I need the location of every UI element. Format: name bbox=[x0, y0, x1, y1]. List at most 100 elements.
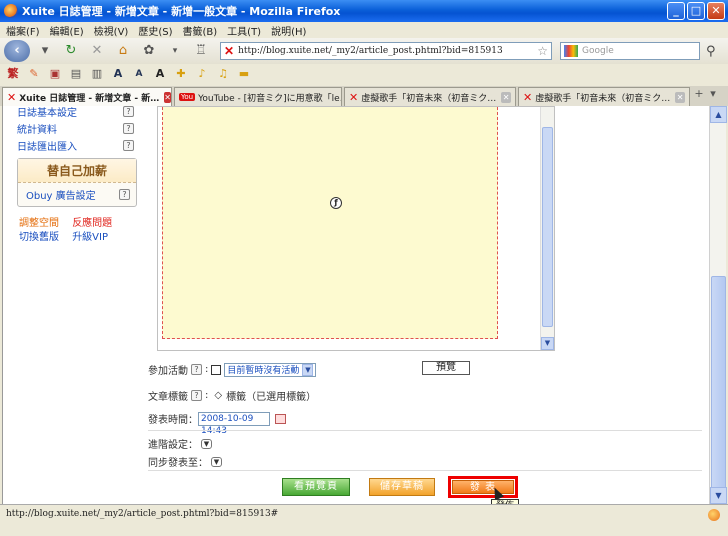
activity-checkbox[interactable] bbox=[211, 364, 222, 375]
expand-icon[interactable]: ▼ bbox=[211, 456, 222, 467]
maximize-button[interactable]: □ bbox=[687, 2, 705, 20]
site-favicon-icon: ✕ bbox=[224, 44, 235, 58]
tags-link[interactable]: 標籤（已選用標籤） bbox=[226, 388, 316, 403]
tab-bar: ✕ Xuite 日誌管理 - 新增文章 - 新… ✕ You YouTube -… bbox=[0, 86, 728, 106]
search-icon[interactable]: ⚲ bbox=[706, 44, 716, 59]
help-icon[interactable]: ? bbox=[123, 139, 134, 151]
tab-close-icon[interactable]: ✕ bbox=[675, 91, 685, 103]
toolbar-plus-icon[interactable]: ✚ bbox=[174, 67, 188, 81]
url-text: http://blog.xuite.net/_my2/article_post.… bbox=[238, 46, 503, 56]
tab-label: 虛擬歌手「初音未來（初音ミク… bbox=[361, 93, 497, 104]
tab-xuite[interactable]: ✕ Xuite 日誌管理 - 新增文章 - 新… ✕ bbox=[2, 87, 172, 106]
tab-label: 虛擬歌手「初音未來（初音ミク… bbox=[535, 93, 671, 104]
menu-file[interactable]: 檔案(F) bbox=[6, 23, 40, 38]
toolbar-tool-icon[interactable]: ✎ bbox=[27, 67, 41, 81]
bookmark-star-icon[interactable]: ☆ bbox=[537, 44, 548, 58]
scroll-up-icon[interactable]: ▲ bbox=[710, 106, 727, 123]
sidebar-item-import-export[interactable]: 日誌匯出匯入 ? bbox=[17, 138, 137, 153]
traditional-chinese-button[interactable]: 繁 bbox=[6, 67, 20, 81]
font-size-a-large-button[interactable]: A bbox=[153, 67, 167, 81]
publish-time-input[interactable]: 2008-10-09 14:43 bbox=[198, 411, 270, 436]
help-icon[interactable]: ? bbox=[123, 122, 134, 134]
toolbar-bookmark-icon[interactable]: ▣ bbox=[48, 67, 62, 81]
report-issue-link[interactable]: 反應問題 bbox=[72, 218, 112, 229]
sidebar-item-basic-settings[interactable]: 日誌基本設定 ? bbox=[17, 106, 137, 119]
navigation-toolbar: ‹ ▾ ↻ ✕ ⌂ ✿ ▾ ♖ ✕ http://blog.xuite.net/… bbox=[0, 38, 728, 64]
tab-list-icon[interactable]: ▾ bbox=[706, 87, 720, 106]
stop-icon[interactable]: ✕ bbox=[88, 42, 106, 60]
upgrade-vip-link[interactable]: 升級VIP bbox=[72, 232, 108, 243]
editor-scroll-thumb[interactable] bbox=[542, 127, 553, 327]
sync-publish-label: 同步發表至： bbox=[148, 458, 208, 469]
url-bar[interactable]: ✕ http://blog.xuite.net/_my2/article_pos… bbox=[220, 42, 552, 60]
xuite-tab-icon: ✕ bbox=[523, 90, 533, 104]
article-editor[interactable]: ƒ ▼ bbox=[157, 106, 555, 351]
help-icon[interactable]: ? bbox=[119, 189, 130, 200]
adjust-space-link[interactable]: 調整空間 bbox=[19, 218, 59, 229]
tab-youtube[interactable]: You YouTube - [初音ミク]に用意歌「le… ✕ bbox=[174, 87, 342, 106]
sidebar-item-statistics[interactable]: 統計資料 ? bbox=[17, 121, 137, 136]
menu-view[interactable]: 檢視(V) bbox=[94, 23, 129, 38]
activity-label: 參加活動 bbox=[148, 366, 188, 377]
close-button[interactable]: ✕ bbox=[707, 2, 725, 20]
toolbar-doc-icon[interactable]: ▥ bbox=[90, 67, 104, 81]
tab-label: YouTube - [初音ミク]に用意歌「le… bbox=[198, 93, 342, 104]
menu-help[interactable]: 說明(H) bbox=[271, 23, 306, 38]
tab-miku-2[interactable]: ✕ 虛擬歌手「初音未來（初音ミク… ✕ bbox=[518, 87, 690, 106]
save-draft-button[interactable]: 儲存草稿 bbox=[369, 478, 435, 496]
menu-edit[interactable]: 編輯(E) bbox=[50, 23, 84, 38]
minimize-button[interactable]: _ bbox=[667, 2, 685, 20]
toolbar-note2-icon[interactable]: ♫ bbox=[216, 67, 230, 81]
xuite-tab-icon: ✕ bbox=[349, 90, 359, 104]
tab-label: Xuite 日誌管理 - 新增文章 - 新… bbox=[19, 93, 160, 104]
calendar-icon[interactable] bbox=[275, 413, 286, 424]
home-icon[interactable]: ⌂ bbox=[114, 42, 132, 60]
addon-status-icon[interactable] bbox=[708, 509, 720, 521]
editor-scroll-down-icon[interactable]: ▼ bbox=[541, 337, 554, 350]
tab-close-icon[interactable]: ✕ bbox=[501, 91, 511, 103]
sync-publish-row: 同步發表至： ▼ bbox=[148, 454, 222, 469]
search-box[interactable]: Google bbox=[560, 42, 700, 60]
sidebar-links: 調整空間 反應問題 切換舊版 升級VIP bbox=[17, 217, 137, 245]
help-icon[interactable]: ? bbox=[191, 364, 202, 375]
toolbar-minus-icon[interactable]: ▬ bbox=[237, 67, 251, 81]
addon-icon[interactable]: ✿ bbox=[140, 42, 158, 60]
tool-icon[interactable]: ♖ bbox=[192, 42, 210, 60]
font-size-a-small-button[interactable]: A bbox=[132, 67, 146, 81]
new-tab-icon[interactable]: + bbox=[692, 87, 706, 106]
page-scroll-thumb[interactable] bbox=[711, 276, 726, 491]
font-size-a-button[interactable]: A bbox=[111, 67, 125, 81]
expand-icon[interactable]: ▼ bbox=[201, 438, 212, 449]
menu-history[interactable]: 歷史(S) bbox=[138, 23, 172, 38]
earn-money-title: 替自己加薪 bbox=[18, 159, 136, 183]
advanced-settings-label: 進階設定： bbox=[148, 440, 198, 451]
menu-tools[interactable]: 工具(T) bbox=[227, 23, 261, 38]
activity-select[interactable]: 目前暫時沒有活動 ▼ bbox=[224, 362, 317, 377]
scroll-down-icon[interactable]: ▼ bbox=[710, 487, 727, 504]
toolbar-page-icon[interactable]: ▤ bbox=[69, 67, 83, 81]
help-icon[interactable]: ? bbox=[123, 106, 134, 117]
editor-scrollbar[interactable]: ▼ bbox=[540, 107, 554, 350]
preview-button[interactable]: 預覽 bbox=[422, 361, 470, 375]
tab-miku-1[interactable]: ✕ 虛擬歌手「初音未來（初音ミク… ✕ bbox=[344, 87, 516, 106]
dropdown-icon[interactable]: ▾ bbox=[166, 42, 184, 60]
back-button[interactable]: ‹ bbox=[4, 40, 30, 62]
reload-icon[interactable]: ↻ bbox=[62, 42, 80, 60]
tab-close-icon[interactable]: ✕ bbox=[164, 91, 171, 103]
firefox-icon bbox=[4, 4, 18, 18]
tags-row: 文章標籤 ? : ◇ 標籤（已選用標籤） bbox=[148, 388, 317, 403]
switch-old-version-link[interactable]: 切換舊版 bbox=[19, 232, 59, 243]
obuy-ad-settings-link[interactable]: Obuy 廣告設定 ? bbox=[18, 183, 136, 202]
page-scrollbar[interactable]: ▲ ▼ bbox=[709, 106, 727, 504]
forward-dropdown-icon[interactable]: ▾ bbox=[36, 42, 54, 60]
publish-button[interactable]: 發 表 bbox=[452, 480, 514, 494]
flash-embed-area[interactable]: ƒ bbox=[162, 107, 498, 339]
menu-bookmarks[interactable]: 書籤(B) bbox=[183, 23, 218, 38]
extra-toolbar: 繁 ✎ ▣ ▤ ▥ A A A ✚ ♪ ♫ ▬ bbox=[0, 64, 728, 84]
view-page-button[interactable]: 看預覽頁 bbox=[282, 478, 350, 496]
google-icon bbox=[564, 45, 578, 57]
help-icon[interactable]: ? bbox=[191, 390, 202, 401]
toolbar-note-icon[interactable]: ♪ bbox=[195, 67, 209, 81]
youtube-tab-icon: You bbox=[179, 93, 196, 101]
window-titlebar: Xuite 日誌管理 - 新增文章 - 新增一般文章 - Mozilla Fir… bbox=[0, 0, 728, 22]
